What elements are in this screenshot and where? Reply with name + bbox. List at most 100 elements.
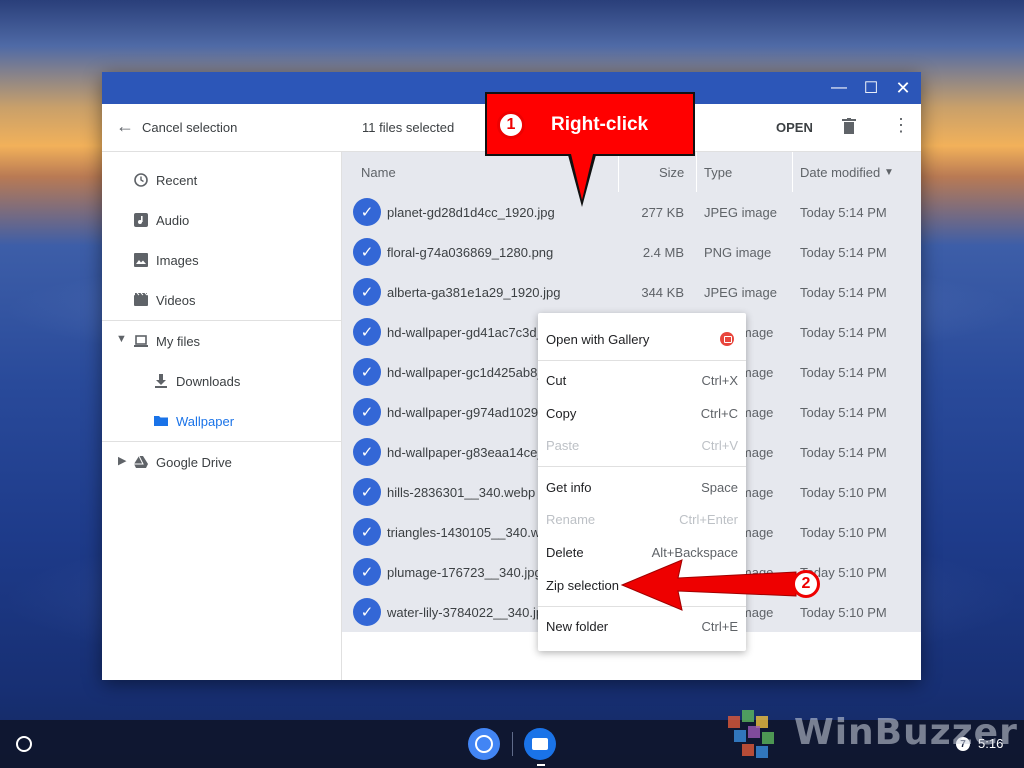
sidebar-item-wallpaper[interactable]: Wallpaper (102, 401, 342, 441)
file-name: alberta-ga381e1a29_1920.jpg (387, 285, 561, 300)
sidebar-item-my-files[interactable]: ▼ My files (102, 321, 342, 361)
menu-item-label: New folder (546, 619, 609, 634)
file-date: Today 5:14 PM (800, 365, 887, 380)
minimize-button[interactable]: — (823, 72, 855, 104)
menu-item-get-info[interactable]: Get info Space (538, 471, 746, 503)
sidebar-item-downloads[interactable]: Downloads (102, 361, 342, 401)
more-options-icon[interactable]: ⋮ (892, 116, 910, 134)
menu-item-shortcut: Ctrl+C (700, 406, 738, 421)
checkmark-icon[interactable]: ✓ (353, 358, 381, 386)
drive-icon (134, 455, 148, 468)
step-1-label: Right-click (551, 114, 649, 135)
column-header-date[interactable]: Date modified (800, 165, 880, 180)
close-button[interactable]: ✕ (887, 72, 919, 104)
back-arrow-icon[interactable]: ← (116, 116, 134, 137)
sidebar-item-label: My files (156, 334, 201, 349)
file-name: floral-g74a036869_1280.png (387, 245, 554, 260)
audio-icon (134, 213, 148, 227)
selected-count: 11 files selected (362, 120, 455, 135)
download-icon (155, 374, 167, 388)
image-icon (134, 253, 148, 267)
file-type: JPEG image (704, 285, 777, 300)
column-divider[interactable] (792, 152, 793, 192)
file-date: Today 5:10 PM (800, 525, 887, 540)
menu-item-label: Zip selection (546, 578, 619, 593)
clock-icon (134, 173, 148, 187)
menu-item-paste[interactable]: Paste Ctrl+V (538, 429, 746, 461)
step-number-badge: 1 (497, 111, 525, 139)
column-header-name[interactable]: Name (361, 165, 396, 180)
checkmark-icon[interactable]: ✓ (353, 278, 381, 306)
menu-item-label: Open with Gallery (546, 332, 650, 347)
column-divider[interactable] (696, 152, 697, 192)
checkmark-icon[interactable]: ✓ (353, 598, 381, 626)
sidebar-item-images[interactable]: Images (102, 240, 342, 280)
menu-item-shortcut: Ctrl+V (701, 438, 738, 453)
menu-item-shortcut: Space (701, 480, 738, 495)
video-icon (134, 293, 148, 306)
checkmark-icon[interactable]: ✓ (353, 558, 381, 586)
checkmark-icon[interactable]: ✓ (353, 398, 381, 426)
winbuzzer-watermark: WinBuzzer (720, 704, 1020, 764)
watermark-logo-icon (728, 710, 774, 758)
trash-icon[interactable] (842, 118, 856, 134)
menu-item-shortcut: Ctrl+E (701, 619, 738, 634)
cancel-selection-button[interactable]: Cancel selection (142, 120, 237, 135)
menu-item-new-folder[interactable]: New folder Ctrl+E (538, 610, 746, 642)
menu-item-label: Cut (546, 373, 567, 388)
file-list-header: Name Size Type Date modified ▼ (342, 152, 921, 192)
file-type: PNG image (704, 245, 772, 260)
menu-item-rename[interactable]: Rename Ctrl+Enter (538, 503, 746, 535)
table-row[interactable]: ✓ planet-gd28d1d4cc_1920.jpg 277 KB JPEG… (342, 192, 921, 232)
sidebar-item-label: Wallpaper (176, 414, 235, 429)
file-date: Today 5:10 PM (800, 605, 887, 620)
file-size: 277 KB (641, 205, 684, 220)
menu-item-label: Copy (546, 406, 577, 421)
file-date: Today 5:14 PM (800, 285, 887, 300)
sidebar-item-google-drive[interactable]: ▶ Google Drive (102, 442, 342, 482)
chrome-icon[interactable] (468, 728, 500, 760)
file-size: 2.4 MB (642, 245, 684, 260)
file-date: Today 5:14 PM (800, 405, 887, 420)
menu-item-label: Delete (546, 545, 584, 560)
sidebar-item-recent[interactable]: Recent (102, 160, 342, 200)
maximize-button[interactable]: ☐ (855, 72, 887, 104)
table-row[interactable]: ✓ alberta-ga381e1a29_1920.jpg 344 KB JPE… (342, 272, 921, 312)
column-divider[interactable] (618, 152, 619, 192)
column-header-type[interactable]: Type (704, 165, 732, 180)
sidebar-item-audio[interactable]: Audio (102, 200, 342, 240)
sidebar-item-label: Recent (156, 173, 198, 188)
gallery-app-icon (720, 332, 734, 346)
sidebar-item-label: Audio (156, 213, 190, 228)
column-header-size[interactable]: Size (659, 165, 684, 180)
menu-item-copy[interactable]: Copy Ctrl+C (538, 397, 746, 429)
file-type: JPEG image (704, 205, 777, 220)
laptop-icon (134, 335, 148, 347)
step-number-badge: 2 (792, 570, 820, 598)
checkmark-icon[interactable]: ✓ (353, 238, 381, 266)
chevron-down-icon[interactable]: ▼ (116, 333, 127, 345)
watermark-text: WinBuzzer (794, 712, 1018, 753)
menu-item-label: Get info (546, 480, 592, 495)
checkmark-icon[interactable]: ✓ (353, 198, 381, 226)
chevron-right-icon[interactable]: ▶ (118, 454, 126, 467)
menu-separator (538, 360, 746, 361)
checkmark-icon[interactable]: ✓ (353, 478, 381, 506)
menu-item-open-with-gallery[interactable]: Open with Gallery (538, 323, 746, 355)
file-name: planet-gd28d1d4cc_1920.jpg (387, 205, 555, 220)
menu-item-cut[interactable]: Cut Ctrl+X (538, 364, 746, 396)
checkmark-icon[interactable]: ✓ (353, 518, 381, 546)
files-app-icon[interactable] (524, 728, 556, 760)
shelf-divider (512, 732, 513, 756)
menu-item-label: Paste (546, 438, 580, 453)
checkmark-icon[interactable]: ✓ (353, 318, 381, 346)
checkmark-icon[interactable]: ✓ (353, 438, 381, 466)
sidebar-item-label: Downloads (176, 374, 241, 389)
table-row[interactable]: ✓ floral-g74a036869_1280.png 2.4 MB PNG … (342, 232, 921, 272)
launcher-icon[interactable] (16, 736, 32, 752)
open-button[interactable]: OPEN (776, 120, 813, 135)
file-date: Today 5:14 PM (800, 445, 887, 460)
folder-icon (154, 416, 168, 426)
sort-arrow-icon[interactable]: ▼ (884, 167, 894, 178)
sidebar-item-videos[interactable]: Videos (102, 280, 342, 320)
